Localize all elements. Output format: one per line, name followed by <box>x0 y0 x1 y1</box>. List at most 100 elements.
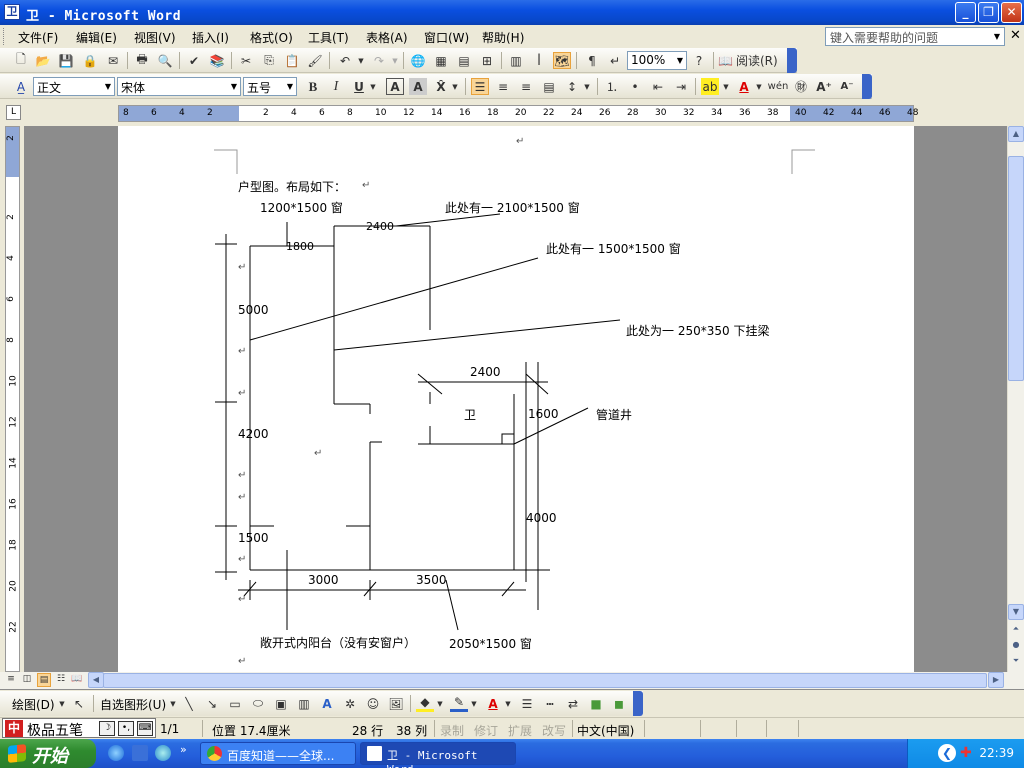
chevron-down-icon[interactable]: ▼ <box>754 78 764 95</box>
italic-icon[interactable]: I <box>327 78 345 95</box>
arrow-icon[interactable]: ↘ <box>203 695 221 712</box>
help-search-input[interactable]: 键入需要帮助的问题 ▼ <box>825 27 1005 46</box>
horizontal-ruler[interactable]: 8 6 4 2 2 4 6 8 10 12 14 16 18 20 22 24 26 28 30 32 34 36 38 40… <box>118 105 918 122</box>
scroll-right-icon[interactable]: ▶ <box>988 672 1004 688</box>
print-layout-icon[interactable]: ▤ <box>37 673 51 687</box>
paste-icon[interactable]: 📋 <box>283 52 301 69</box>
vertical-scroll-thumb[interactable] <box>1008 156 1024 381</box>
read-mode-button[interactable]: 📖 阅读(R) <box>718 52 786 69</box>
menu-insert[interactable]: 插入(I) <box>192 29 229 46</box>
chevron-down-icon[interactable]: ▼ <box>450 78 460 95</box>
web-view-icon[interactable]: ◫ <box>20 673 34 687</box>
menu-tools[interactable]: 工具(T) <box>308 29 349 46</box>
bold-icon[interactable]: B <box>304 78 322 95</box>
status-overtype[interactable]: 改写 <box>542 722 566 739</box>
dash-style-icon[interactable]: ┅ <box>541 695 559 712</box>
select-objects-icon[interactable]: ↖ <box>70 695 88 712</box>
vertical-textbox-icon[interactable]: ▥ <box>295 695 313 712</box>
align-right-icon[interactable]: ≡ <box>517 78 535 95</box>
menu-format[interactable]: 格式(O) <box>250 29 293 46</box>
normal-view-icon[interactable]: ≡ <box>4 673 18 687</box>
redo-icon[interactable]: ↷ <box>370 52 388 69</box>
diagram-icon[interactable]: ✲ <box>341 695 359 712</box>
font-color-icon[interactable]: A <box>484 695 502 712</box>
align-justify-icon[interactable]: ☰ <box>471 78 489 95</box>
shadow-icon[interactable]: ■ <box>587 695 605 712</box>
start-button[interactable]: 开始 <box>0 739 96 768</box>
minimize-button[interactable]: _ <box>955 2 976 23</box>
ime-moon-icon[interactable]: ☽ <box>99 721 115 736</box>
vertical-scrollbar[interactable]: ▲ ▼ ⏶ ● ⏷ <box>1007 126 1024 672</box>
print-icon[interactable]: 🖶 <box>133 52 151 69</box>
document-map-icon[interactable]: 🗺 <box>553 52 571 69</box>
horizontal-scroll-thumb[interactable] <box>103 673 987 688</box>
paragraph-mark-icon[interactable]: ↵ <box>606 52 624 69</box>
spelling-icon[interactable]: ✔ <box>185 52 203 69</box>
ime-toolbar[interactable]: 中 极品五笔 ☽ •, ⌨ <box>2 718 156 739</box>
toolbar-options-icon[interactable] <box>862 74 872 99</box>
menu-table[interactable]: 表格(A) <box>366 29 408 46</box>
chevron-down-icon[interactable]: ▼ <box>990 28 1004 45</box>
draw-menu-button[interactable]: 绘图(D) <box>12 696 55 713</box>
ime-logo-icon[interactable]: 中 <box>5 720 23 737</box>
insert-excel-icon[interactable]: ⊞ <box>478 52 496 69</box>
font-size-select[interactable]: 五号 ▼ <box>243 77 297 96</box>
char-shading-icon[interactable]: A <box>409 78 427 95</box>
font-color-icon[interactable]: A <box>735 78 753 95</box>
tab-selector-icon[interactable]: L <box>6 105 21 120</box>
scroll-down-icon[interactable]: ▼ <box>1008 604 1024 620</box>
browse-object-icon[interactable]: ● <box>1008 638 1024 654</box>
tray-collapse-icon[interactable]: ❮ <box>938 744 956 762</box>
insert-table-icon[interactable]: ▤ <box>455 52 473 69</box>
chevron-down-icon[interactable]: ▼ <box>503 695 513 712</box>
font-select[interactable]: 宋体 ▼ <box>117 77 241 96</box>
styles-icon[interactable]: A̲ <box>12 78 30 95</box>
chevron-down-icon[interactable]: ▼ <box>57 695 67 712</box>
chevron-down-icon[interactable]: ▼ <box>582 78 592 95</box>
phonetic-guide-icon[interactable]: wén <box>768 78 789 95</box>
align-center-icon[interactable]: ≡ <box>494 78 512 95</box>
tray-antivirus-icon[interactable]: ✚ <box>960 745 972 761</box>
rectangle-icon[interactable]: ▭ <box>226 695 244 712</box>
3d-icon[interactable]: ◼ <box>610 695 628 712</box>
status-track-changes[interactable]: 修订 <box>474 722 498 739</box>
chevron-down-icon[interactable]: ▼ <box>674 52 686 69</box>
menu-window[interactable]: 窗口(W) <box>424 29 469 46</box>
char-border-icon[interactable]: A <box>386 78 404 95</box>
chevron-down-icon[interactable]: ▼ <box>721 78 731 95</box>
prev-page-icon[interactable]: ⏶ <box>1008 622 1024 638</box>
fill-color-icon[interactable]: ◆ <box>416 695 434 712</box>
highlight-icon[interactable]: ab <box>701 78 719 95</box>
outline-view-icon[interactable]: ☷ <box>54 673 68 687</box>
chevron-down-icon[interactable]: ▼ <box>102 78 114 95</box>
reading-view-icon[interactable]: 📖 <box>70 673 84 687</box>
desktop-icon[interactable] <box>132 745 148 761</box>
page[interactable]: ↵ 户型图。布局如下： ↵ 1200*1500 窗 此处有一 2100*1500… <box>118 126 914 672</box>
open-folder-icon[interactable]: 📂 <box>34 52 52 69</box>
clipart-icon[interactable]: ☺ <box>364 695 382 712</box>
menu-file[interactable]: 文件(F) <box>18 29 58 46</box>
line-color-icon[interactable]: ✎ <box>450 695 468 712</box>
print-preview-icon[interactable]: 🔍 <box>156 52 174 69</box>
vertical-ruler[interactable]: 2 2 4 6 8 10 12 14 16 18 20 22 <box>5 126 20 672</box>
ime-punct-icon[interactable]: •, <box>118 721 134 736</box>
line-icon[interactable]: ╲ <box>180 695 198 712</box>
chevron-down-icon[interactable]: ▼ <box>368 78 378 95</box>
drawing-toggle-icon[interactable]: ꟾ <box>530 52 548 69</box>
underline-icon[interactable]: U <box>350 78 368 95</box>
ime-keyboard-icon[interactable]: ⌨ <box>137 721 153 736</box>
chevron-down-icon[interactable]: ▼ <box>435 695 445 712</box>
char-scale-icon[interactable]: X̂ <box>432 78 450 95</box>
undo-icon[interactable]: ↶ <box>336 52 354 69</box>
menu-grip[interactable] <box>3 28 6 45</box>
scroll-left-icon[interactable]: ◀ <box>88 672 104 688</box>
quicklaunch-app-icon[interactable] <box>155 745 171 761</box>
toolbar-options-icon[interactable] <box>787 48 797 73</box>
oval-icon[interactable]: ⬭ <box>249 695 267 712</box>
hyperlink-icon[interactable]: 🌐 <box>409 52 427 69</box>
shrink-font-icon[interactable]: A⁻ <box>838 78 856 95</box>
close-button[interactable]: ✕ <box>1001 2 1022 23</box>
bullets-icon[interactable]: • <box>626 78 644 95</box>
research-icon[interactable]: 📚 <box>208 52 226 69</box>
chevron-down-icon[interactable]: ▼ <box>284 78 296 95</box>
